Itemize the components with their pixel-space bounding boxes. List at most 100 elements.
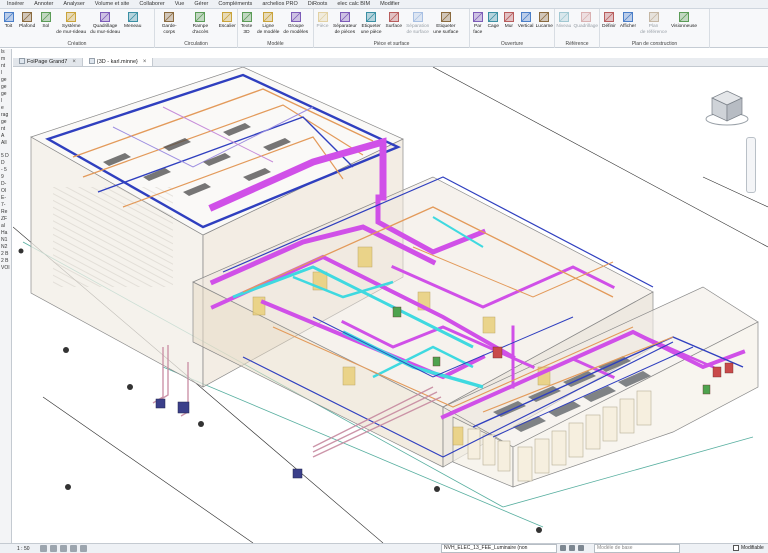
ribbon-button[interactable]: Meneau <box>122 10 143 39</box>
menu-tab[interactable]: Volume et site <box>90 0 135 9</box>
ribbon-group-title: Pièce et surface <box>373 41 410 47</box>
menu-tab[interactable]: Insérer <box>2 0 29 9</box>
property-fragment: D- <box>1 181 7 187</box>
ribbon-button[interactable]: Niveau <box>555 10 573 39</box>
set-workplane-icon <box>602 10 615 23</box>
ribbon-button[interactable]: Vertical <box>517 10 535 39</box>
ribbon-button[interactable]: Séparation de surface <box>404 10 431 39</box>
ribbon-button[interactable]: Cage <box>486 10 502 39</box>
ribbon-button[interactable]: Visionneuse <box>669 10 699 39</box>
navigation-bar[interactable] <box>746 137 756 193</box>
property-fragment: D <box>1 160 5 166</box>
ribbon-button-label: Définir <box>602 24 616 29</box>
ribbon-button[interactable]: Séparateur de pièces <box>331 10 359 39</box>
menu-tab[interactable]: Vue <box>170 0 190 9</box>
ribbon-button[interactable]: Quadrillage du mur-rideau <box>88 10 122 39</box>
family-type-selector[interactable]: NVH_ELEC_13_FEE_Luminaire (non <box>441 544 557 553</box>
menu-tab-bar: Insérer Annoter Analyser Volume et site Coll… <box>0 0 768 9</box>
status-tool-icons[interactable] <box>560 545 584 551</box>
model-group-icon <box>289 10 302 23</box>
ribbon-button-label: Lucarne <box>535 24 553 29</box>
ribbon-button[interactable]: Escalier <box>217 10 237 39</box>
ribbon-button[interactable]: Garde-corps <box>155 10 183 39</box>
menu-tab[interactable]: Gérer <box>189 0 213 9</box>
ribbon-button[interactable]: Quadrillage <box>573 10 599 39</box>
close-icon[interactable]: × <box>143 59 147 65</box>
ribbon-button[interactable]: Pièce <box>314 10 331 39</box>
ribbon-button[interactable]: Système de mur-rideau <box>54 10 88 39</box>
ribbon-group: Garde-corps Rampe d'accès Escalier Circulat… <box>155 9 238 48</box>
ceiling-icon <box>21 10 34 23</box>
design-options-icon <box>569 545 575 551</box>
property-fragment: ls <box>1 49 5 55</box>
menu-tab[interactable]: Analyser <box>58 0 89 9</box>
design-option-selector[interactable]: Modèle de base <box>594 544 680 553</box>
ribbon-button[interactable]: Par face <box>470 10 486 39</box>
menu-tab[interactable]: DiRoots <box>303 0 333 9</box>
ribbon-button[interactable]: Etiqueter une pièce <box>359 10 384 39</box>
modifiable-toggle[interactable]: Modifiable <box>733 545 764 551</box>
menu-tab[interactable]: Annoter <box>29 0 58 9</box>
ramp-icon <box>194 10 207 23</box>
ribbon-group: Définir Afficher Plan de référence Visionne… <box>600 9 710 48</box>
document-tab-label: FolPage Grand7 <box>27 59 68 65</box>
view-control-icons[interactable] <box>40 545 87 552</box>
railing-icon <box>163 10 176 23</box>
view-scale[interactable]: 1 : 50 <box>17 546 30 552</box>
room-separator-icon <box>338 10 351 23</box>
ribbon-group: Texte 3D Ligne de modèle Groupe de modèles… <box>238 9 314 48</box>
property-fragment: 7- <box>1 202 6 208</box>
ribbon-button[interactable]: Etiqueter une surface <box>431 10 460 39</box>
property-fragment: E- <box>1 195 6 201</box>
ribbon-button-label: Quadrillage du mur-rideau <box>90 24 121 35</box>
ribbon-button[interactable]: Groupe de modèles <box>281 10 310 39</box>
ribbon-button[interactable]: Rampe d'accès <box>183 10 217 39</box>
vertical-opening-icon <box>519 10 532 23</box>
area-icon <box>387 10 400 23</box>
ribbon-button-label: Cage <box>487 24 500 29</box>
ribbon-button[interactable]: Surface <box>384 10 405 39</box>
ribbon-button-label: Ligne de modèle <box>257 24 280 35</box>
view-cube[interactable] <box>704 85 750 131</box>
ribbon-button[interactable]: Mur <box>501 10 517 39</box>
room-icon <box>316 10 329 23</box>
property-fragment: e <box>1 105 4 111</box>
menu-tab[interactable]: Collaborer <box>134 0 169 9</box>
document-tab[interactable]: FolPage Grand7 × <box>13 58 83 66</box>
ribbon-group: Toit Plafond Sol Système de mur-rideau Quadr… <box>0 9 155 48</box>
roof-icon <box>2 10 15 23</box>
property-fragment: Ol <box>1 188 6 194</box>
ribbon-button[interactable]: Texte 3D <box>238 10 255 39</box>
property-fragment: 2 B <box>1 258 9 264</box>
ribbon-button[interactable]: Définir <box>600 10 618 39</box>
filter-icon <box>578 545 584 551</box>
ribbon-button[interactable]: Sol <box>37 10 54 39</box>
area-boundary-icon <box>411 10 424 23</box>
ribbon-button[interactable]: Lucarne <box>535 10 554 39</box>
property-fragment: rag <box>1 112 9 118</box>
3d-viewport[interactable] <box>13 67 768 543</box>
menu-tab[interactable]: Modifier <box>375 0 405 9</box>
grid-icon <box>579 10 592 23</box>
building-model-3d[interactable] <box>13 67 768 543</box>
ribbon-button-label: Mur <box>504 24 513 29</box>
menu-tab[interactable]: archelios PRO <box>257 0 302 9</box>
ribbon-button[interactable]: Afficher <box>618 10 638 39</box>
detail-level-icon <box>40 545 47 552</box>
menu-tab[interactable]: elec calc BIM <box>332 0 375 9</box>
ribbon-button[interactable]: Plan de référence <box>638 10 669 39</box>
3d-view-icon <box>89 58 95 66</box>
document-tab[interactable]: {3D - karl.minne} × <box>82 58 154 66</box>
ribbon-button[interactable]: Ligne de modèle <box>255 10 281 39</box>
property-fragment: 5 D <box>1 153 9 159</box>
menu-tab[interactable]: Compléments <box>213 0 257 9</box>
shaft-icon <box>487 10 500 23</box>
ribbon-button-label: Meneau <box>124 24 142 29</box>
ribbon-button[interactable]: Toit <box>0 10 17 39</box>
ribbon-button[interactable]: Plafond <box>17 10 37 39</box>
curtain-grid-icon <box>99 10 112 23</box>
mullion-icon <box>126 10 139 23</box>
property-fragment: ge <box>1 91 7 97</box>
close-icon[interactable]: × <box>72 59 76 65</box>
property-fragment: l <box>1 70 3 76</box>
